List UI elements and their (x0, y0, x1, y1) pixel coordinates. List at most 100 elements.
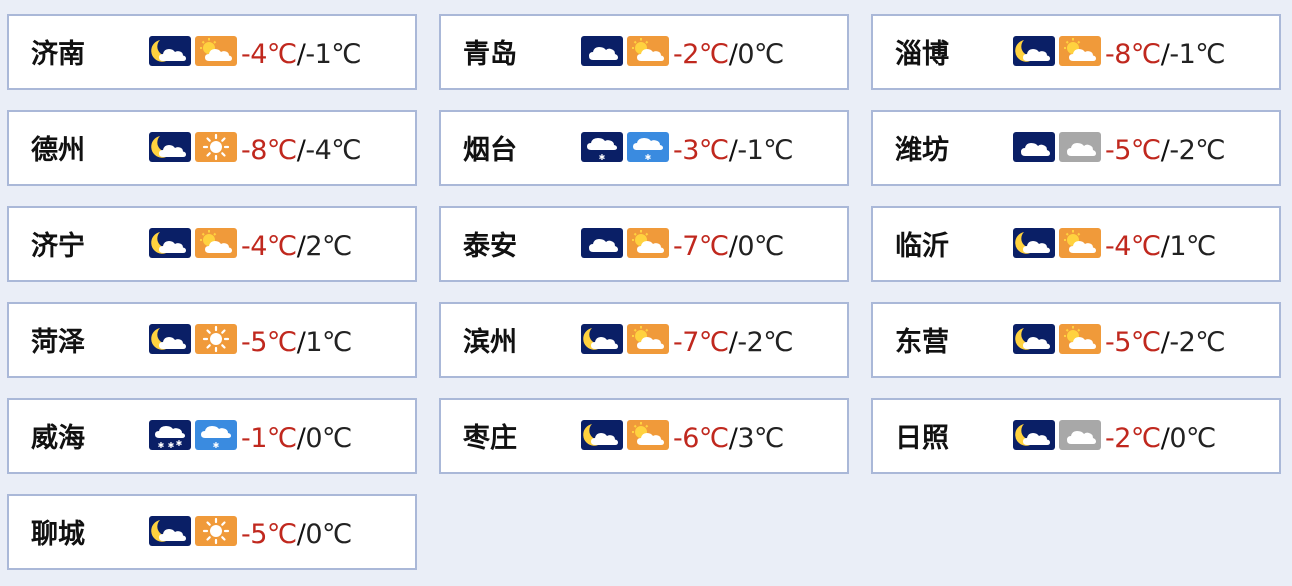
temperature-range: -4℃/1℃ (1105, 230, 1216, 264)
temperature-range: -6℃/3℃ (673, 422, 784, 456)
night-partly-cloudy-icon (1013, 228, 1055, 258)
low-temp: -4℃ (1105, 231, 1161, 262)
high-temp: -2℃ (1169, 327, 1226, 358)
day-partly-cloudy-icon (1059, 228, 1101, 258)
city-name: 东营 (895, 327, 949, 358)
day-partly-cloudy-icon (627, 36, 669, 66)
city-card[interactable]: 聊城 -5℃/0℃ (7, 494, 417, 570)
high-temp: 0℃ (305, 519, 352, 550)
high-temp: -1℃ (737, 135, 794, 166)
night-snow-icon: ✱ (581, 132, 623, 162)
city-card[interactable]: 潍坊 -5℃/-2℃ (871, 110, 1281, 186)
night-partly-cloudy-icon (149, 132, 191, 162)
city-card[interactable]: 威海 ✱ ✱ ✱ ✱ -1℃/0℃ (7, 398, 417, 474)
night-partly-cloudy-icon (581, 420, 623, 450)
city-card[interactable]: 济南 -4℃/-1℃ (7, 14, 417, 90)
city-name: 枣庄 (463, 423, 517, 454)
city-name: 滨州 (463, 327, 517, 358)
city-name: 泰安 (463, 231, 517, 262)
city-name: 威海 (31, 423, 85, 454)
city-card[interactable]: 德州 -8℃/-4℃ (7, 110, 417, 186)
city-card[interactable]: 青岛 -2℃/0℃ (439, 14, 849, 90)
city-name: 潍坊 (895, 135, 949, 166)
night-partly-cloudy-icon (149, 228, 191, 258)
city-name: 菏泽 (31, 327, 85, 358)
temperature-range: -8℃/-1℃ (1105, 38, 1226, 72)
day-partly-cloudy-icon (1059, 324, 1101, 354)
sunny-icon (195, 132, 237, 162)
temperature-range: -4℃/2℃ (241, 230, 352, 264)
low-temp: -5℃ (241, 327, 297, 358)
high-temp: 1℃ (305, 327, 352, 358)
low-temp: -6℃ (673, 423, 729, 454)
svg-text:✱: ✱ (599, 153, 606, 162)
city-card[interactable]: 枣庄 -6℃/3℃ (439, 398, 849, 474)
temperature-range: -2℃/0℃ (673, 38, 784, 72)
night-partly-cloudy-icon (1013, 324, 1055, 354)
overcast-icon (1059, 420, 1101, 450)
svg-text:✱: ✱ (176, 439, 183, 448)
city-name: 淄博 (895, 39, 949, 70)
day-partly-cloudy-icon (627, 420, 669, 450)
temperature-range: -2℃/0℃ (1105, 422, 1216, 456)
low-temp: -7℃ (673, 327, 729, 358)
city-card[interactable]: 济宁 -4℃/2℃ (7, 206, 417, 282)
high-temp: 2℃ (305, 231, 352, 262)
city-name: 济宁 (31, 231, 85, 262)
city-name: 烟台 (463, 135, 517, 166)
temperature-range: -5℃/0℃ (241, 518, 352, 552)
city-card[interactable]: 菏泽 -5℃/1℃ (7, 302, 417, 378)
night-partly-cloudy-icon (149, 36, 191, 66)
night-cloudy-icon (1013, 132, 1055, 162)
high-temp: -1℃ (1169, 39, 1226, 70)
temperature-range: -1℃/0℃ (241, 422, 352, 456)
sunny-icon (195, 516, 237, 546)
city-card[interactable]: 临沂 -4℃/1℃ (871, 206, 1281, 282)
high-temp: 3℃ (737, 423, 784, 454)
low-temp: -5℃ (1105, 135, 1161, 166)
low-temp: -2℃ (673, 39, 729, 70)
city-name: 青岛 (463, 39, 517, 70)
day-snow-icon: ✱ (195, 420, 237, 450)
overcast-icon (1059, 132, 1101, 162)
temperature-range: -7℃/0℃ (673, 230, 784, 264)
high-temp: -2℃ (737, 327, 794, 358)
city-name: 聊城 (31, 519, 85, 550)
temperature-range: -5℃/-2℃ (1105, 326, 1226, 360)
low-temp: -2℃ (1105, 423, 1161, 454)
day-partly-cloudy-icon (627, 324, 669, 354)
temperature-range: -7℃/-2℃ (673, 326, 794, 360)
low-temp: -7℃ (673, 231, 729, 262)
city-card[interactable]: 东营 -5℃/-2℃ (871, 302, 1281, 378)
day-partly-cloudy-icon (195, 228, 237, 258)
low-temp: -8℃ (1105, 39, 1161, 70)
low-temp: -1℃ (241, 423, 297, 454)
city-card[interactable]: 日照 -2℃/0℃ (871, 398, 1281, 474)
day-partly-cloudy-icon (627, 228, 669, 258)
day-snow-icon: ✱ (627, 132, 669, 162)
night-partly-cloudy-icon (1013, 420, 1055, 450)
day-partly-cloudy-icon (1059, 36, 1101, 66)
temperature-range: -5℃/1℃ (241, 326, 352, 360)
low-temp: -4℃ (241, 231, 297, 262)
night-cloudy-icon (581, 228, 623, 258)
high-temp: -1℃ (305, 39, 362, 70)
high-temp: 0℃ (305, 423, 352, 454)
night-snow-showers-icon: ✱ ✱ ✱ (149, 420, 191, 450)
low-temp: -3℃ (673, 135, 729, 166)
low-temp: -5℃ (241, 519, 297, 550)
high-temp: 1℃ (1169, 231, 1216, 262)
city-card[interactable]: 泰安 -7℃/0℃ (439, 206, 849, 282)
night-partly-cloudy-icon (149, 324, 191, 354)
svg-text:✱: ✱ (213, 441, 220, 450)
city-card[interactable]: 烟台 ✱ ✱ -3℃/-1℃ (439, 110, 849, 186)
night-partly-cloudy-icon (581, 324, 623, 354)
city-card[interactable]: 滨州 -7℃/-2℃ (439, 302, 849, 378)
temperature-range: -5℃/-2℃ (1105, 134, 1226, 168)
city-name: 济南 (31, 39, 85, 70)
high-temp: 0℃ (737, 39, 784, 70)
high-temp: 0℃ (1169, 423, 1216, 454)
city-card[interactable]: 淄博 -8℃/-1℃ (871, 14, 1281, 90)
svg-text:✱: ✱ (158, 441, 165, 450)
low-temp: -5℃ (1105, 327, 1161, 358)
